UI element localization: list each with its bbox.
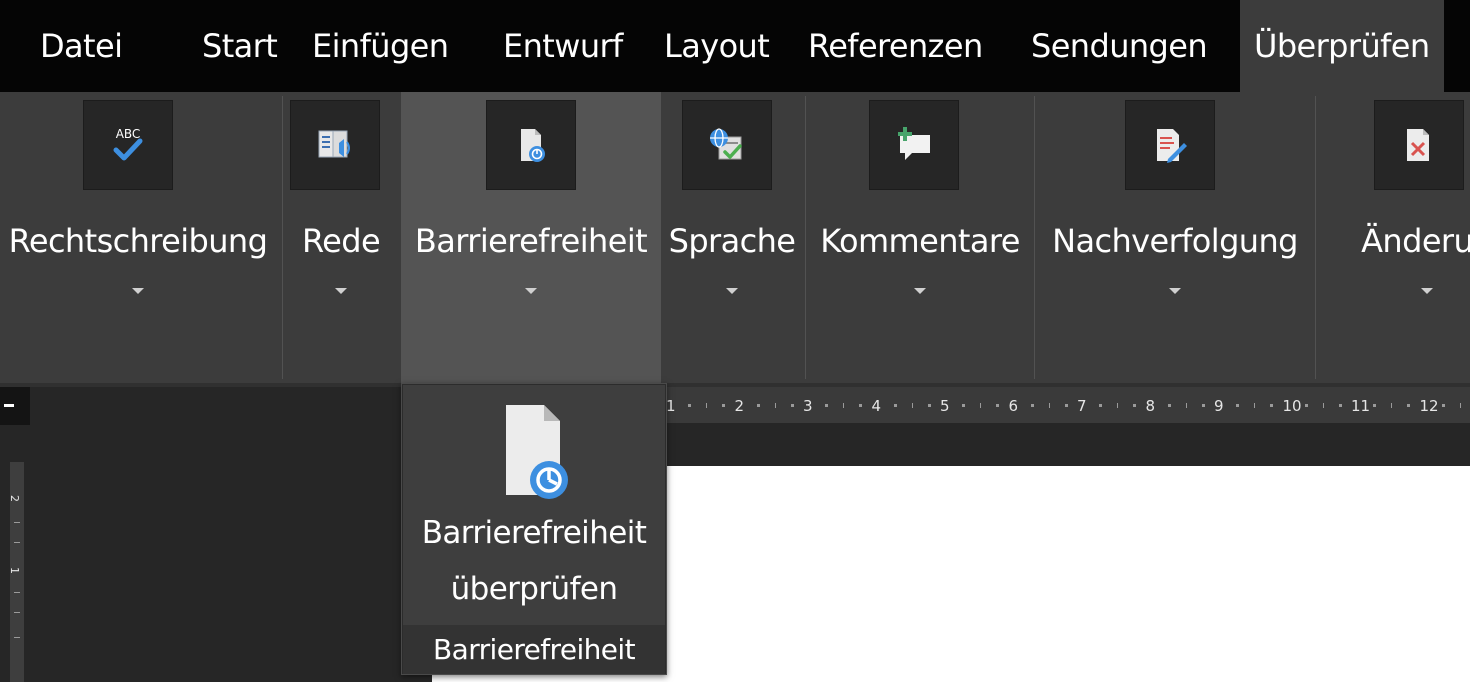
new-comment-icon (869, 100, 959, 190)
ruler-tick (1099, 404, 1103, 407)
chevron-down-icon (1169, 288, 1181, 294)
ruler-tick (1407, 404, 1411, 407)
svg-text:ABC: ABC (116, 127, 141, 141)
ruler-tick (1048, 403, 1050, 408)
tab-referenzen[interactable]: Referenzen (808, 0, 983, 92)
ribbon: ABC Rechtschreibung Rede Barrierefreihei… (0, 92, 1470, 383)
chevron-down-icon (726, 288, 738, 294)
ruler-tick (1322, 403, 1324, 408)
ruler-tick (774, 403, 776, 408)
ruler-tick (722, 404, 726, 407)
tab-layout[interactable]: Layout (664, 0, 770, 92)
tab-entwurf[interactable]: Entwurf (503, 0, 623, 92)
ruler-tick (14, 612, 20, 613)
ruler-tick (14, 592, 20, 593)
ruler-tick (1185, 403, 1187, 408)
vertical-ruler[interactable]: 2 1 (8, 462, 24, 682)
tab-selector-button[interactable] (0, 387, 30, 425)
accessibility-check-icon (486, 100, 576, 190)
ruler-tick (1304, 404, 1308, 407)
chevron-down-icon (914, 288, 926, 294)
ruler-number: 10 (1282, 397, 1302, 415)
ruler-number: 12 (1419, 397, 1439, 415)
changes-group[interactable]: Änderun (1316, 92, 1470, 383)
chevron-down-icon (525, 288, 537, 294)
tab-start[interactable]: Start (202, 0, 278, 92)
ruler-tick (706, 403, 708, 408)
ruler-tick (1254, 403, 1256, 408)
tab-datei[interactable]: Datei (40, 0, 123, 92)
chevron-down-icon (132, 288, 144, 294)
ruler-number: 7 (1077, 397, 1087, 415)
tab-sendungen[interactable]: Sendungen (1031, 0, 1208, 92)
ruler-number: 9 (1214, 397, 1224, 415)
tab-ueberpruefen[interactable]: Überprüfen (1240, 0, 1444, 92)
ribbon-tab-bar: Datei Start Einfügen Entwurf Layout Refe… (0, 0, 1470, 92)
ruler-tick (1167, 404, 1171, 407)
ruler-number: 1 (8, 567, 21, 574)
ruler-tick (790, 404, 794, 407)
ruler-number: 1 (666, 397, 676, 415)
accessibility-check-icon (506, 405, 568, 499)
ruler-tick (14, 542, 20, 543)
ruler-tick (1133, 404, 1137, 407)
menu-item-label-line2: überprüfen (450, 571, 618, 607)
ruler-tick (911, 403, 913, 408)
ruler-tick (980, 403, 982, 408)
tab-einfuegen[interactable]: Einfügen (312, 0, 449, 92)
ruler-tick (962, 404, 966, 407)
ruler-tick (688, 404, 692, 407)
read-aloud-icon (290, 100, 380, 190)
language-icon (682, 100, 772, 190)
ruler-tick (1064, 404, 1068, 407)
horizontal-ruler[interactable]: 1 2 3 4 5 6 7 8 9 10 11 12 (660, 387, 1470, 423)
reject-change-icon (1374, 100, 1464, 190)
changes-label: Änderun (1361, 222, 1470, 260)
chevron-down-icon (1421, 288, 1433, 294)
ruler-number: 3 (803, 397, 813, 415)
menu-item-label-line1: Barrierefreiheit (421, 515, 647, 551)
ruler-tick (859, 404, 863, 407)
ruler-tick (1338, 404, 1342, 407)
track-changes-icon (1125, 100, 1215, 190)
ruler-tick (1117, 403, 1119, 408)
ruler-tick (927, 404, 931, 407)
ruler-tick (843, 403, 845, 408)
dropdown-footer-label: Barrierefreiheit (403, 625, 665, 674)
ruler-tick (14, 522, 20, 523)
tab-stop-icon (4, 404, 14, 407)
ruler-tick (1373, 404, 1377, 407)
ruler-tick (893, 404, 897, 407)
ruler-tick (996, 404, 1000, 407)
ruler-number: 11 (1351, 397, 1371, 415)
chevron-down-icon (335, 288, 347, 294)
ruler-tick (1459, 403, 1461, 408)
ruler-number: 6 (1008, 397, 1019, 415)
ruler-number: 2 (8, 495, 21, 502)
spelling-abc-check-icon: ABC (83, 100, 173, 190)
ruler-tick (756, 404, 760, 407)
ruler-number: 4 (871, 397, 882, 415)
ruler-tick (1391, 403, 1393, 408)
ruler-number: 5 (940, 397, 950, 415)
ruler-tick (1201, 404, 1205, 407)
ruler-tick (825, 404, 829, 407)
accessibility-dropdown-menu: Barrierefreiheit überprüfen Barrierefrei… (401, 383, 667, 675)
ruler-tick (1441, 404, 1445, 407)
ruler-tick (1030, 404, 1034, 407)
ruler-number: 8 (1145, 397, 1156, 415)
ruler-tick (14, 637, 20, 638)
check-accessibility-menu-item[interactable]: Barrierefreiheit überprüfen (403, 385, 665, 625)
ruler-tick (1270, 404, 1274, 407)
ruler-tick (1236, 404, 1240, 407)
ruler-number: 2 (734, 397, 745, 415)
